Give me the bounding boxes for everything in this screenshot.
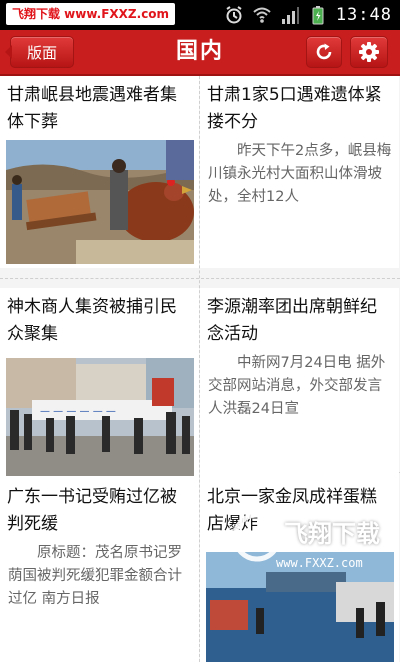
news-headline: 李源潮率团出席朝鲜纪念活动 [207,297,377,344]
news-card[interactable]: 甘肃1家5口遇难遗体紧搂不分 昨天下午2点多，岷县梅川镇永光村大面积山体滑坡处，… [200,76,399,268]
news-summary: 中新网7月24日电 据外交部网站消息，外交部发言人洪磊24日宣 [208,355,386,417]
news-card[interactable]: 甘肃岷县地震遇难者集体下葬 [0,76,199,268]
status-icons: 13:48 [224,0,400,30]
news-card[interactable]: 广东一书记受贿过亿被判死缓 原标题：茂名原书记罗荫国被判死缓犯罪金额合计过亿 南… [0,478,199,670]
status-time: 13:48 [335,5,392,25]
app-header: 国内 版面 [0,30,400,76]
watermark-icon [232,512,282,562]
watermark-url: www.FXXZ.com [276,556,363,570]
edition-button[interactable]: 版面 [5,36,74,68]
refresh-icon [316,43,332,60]
news-headline: 广东一书记受贿过亿被判死缓 [7,487,177,534]
wifi-icon [253,7,271,23]
signal-icon [281,7,299,24]
refresh-button[interactable] [306,36,342,68]
news-headline: 甘肃1家5口遇难遗体紧搂不分 [207,85,382,132]
row-divider [0,278,400,279]
news-headline: 甘肃岷县地震遇难者集体下葬 [7,85,177,132]
edition-button-label: 版面 [26,43,57,62]
news-card[interactable]: 李源潮率团出席朝鲜纪念活动 中新网7月24日电 据外交部网站消息，外交部发言人洪… [200,288,399,480]
watermark-title: 飞翔下载 [284,520,380,548]
watermark-badge: 飞翔下载 www.FXXZ.com [6,3,176,25]
svg-text:— — — — — —: — — — — — — [40,406,116,417]
settings-button[interactable] [350,36,388,68]
news-card[interactable]: 神木商人集资被捕引民众聚集 — — — — — — [0,288,199,480]
news-summary: 昨天下午2点多，岷县梅川镇永光村大面积山体滑坡处，全村12人 [208,143,392,205]
alarm-icon [226,6,242,24]
news-photo [6,140,194,264]
gear-icon [359,42,379,62]
news-photo: — — — — — — [6,358,194,476]
news-headline: 神木商人集资被捕引民众聚集 [7,297,177,344]
news-summary: 原标题：茂名原书记罗荫国被判死缓犯罪金额合计过亿 南方日报 [8,545,182,607]
watermark-logo: 飞翔下载 www.FXXZ.com [232,510,390,580]
battery-icon [312,6,324,25]
status-bar: 飞翔下载 www.FXXZ.com 13:48 [0,0,400,30]
